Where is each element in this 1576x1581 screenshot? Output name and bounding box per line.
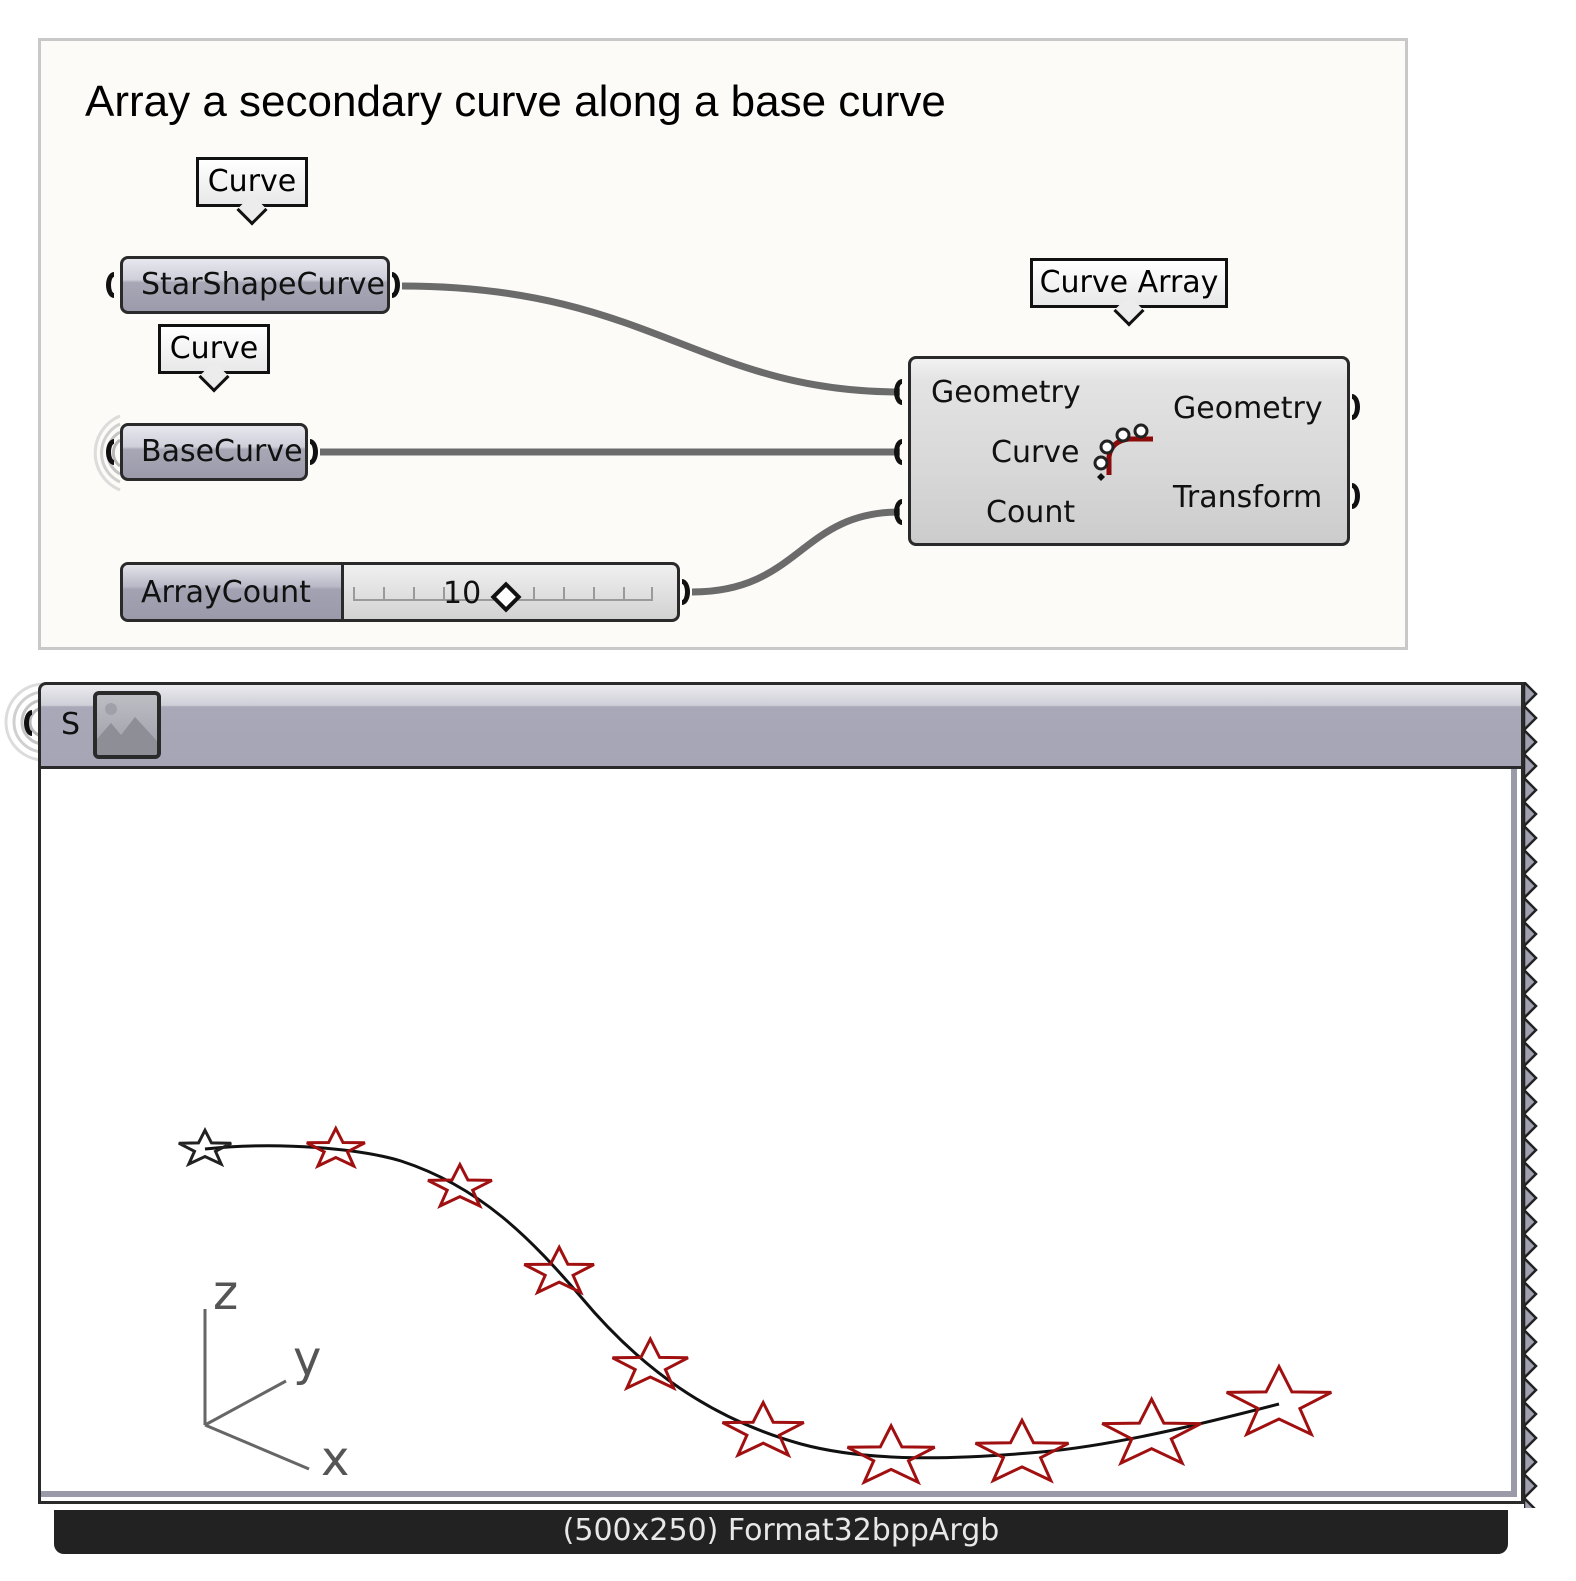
axis-label-x: x [321,1431,349,1487]
param-label: BaseCurve [141,434,303,469]
panel-input-label: S [61,707,81,742]
input-label-curve: Curve [991,435,1080,470]
star-curve-instance [306,1125,366,1170]
panel-status-bar: (500x250) Format32bppArgb [54,1510,1508,1554]
rendered-scene: z y x [178,1125,1332,1487]
star-curve-instance [611,1335,689,1392]
star-curve-instance [1101,1395,1202,1467]
axis-label-z: z [213,1265,238,1321]
image-format-status: (500x250) Format32bppArgb [562,1513,1000,1548]
type-balloon-star: Curve [196,157,308,226]
param-label: StarShapeCurve [141,267,385,302]
group-title: Array a secondary curve along a base cur… [85,77,946,126]
param-base-curve[interactable]: BaseCurve [120,423,308,481]
star-curve-instance [721,1399,805,1459]
panel-header[interactable]: S [38,682,1524,766]
star-curve-instance [427,1161,493,1209]
image-viewport: z y x [38,766,1524,1504]
slider-value: 10 [443,576,482,611]
panel-resize-edge[interactable] [1524,682,1540,1508]
output-label-transform: Transform [1173,480,1323,515]
star-curve-instance [974,1417,1070,1484]
axis-label-y: y [293,1331,321,1387]
type-balloon-base: Curve [158,324,270,393]
input-label-geometry: Geometry [931,375,1081,410]
slider-name: ArrayCount [123,565,344,619]
base-curve [204,1144,1280,1460]
image-icon [93,691,161,759]
star-curve-instance [523,1244,595,1296]
input-label-count: Count [986,495,1076,530]
output-label-geometry: Geometry [1173,391,1323,426]
curve-array-icon [1093,423,1153,481]
star-curve-instance [1226,1363,1332,1438]
param-star-shape-curve[interactable]: StarShapeCurve [120,256,390,314]
curve-array-component[interactable]: Geometry Curve Count Geometry Transform [908,356,1350,546]
array-count-slider[interactable]: ArrayCount 10 [120,562,680,622]
name-balloon-component: Curve Array [1030,258,1228,327]
image-panel[interactable]: S z y x [38,682,1538,1508]
axis-gizmo: z y x [203,1265,349,1487]
star-curve-instance [178,1127,232,1168]
star-curve-instance [846,1422,936,1486]
